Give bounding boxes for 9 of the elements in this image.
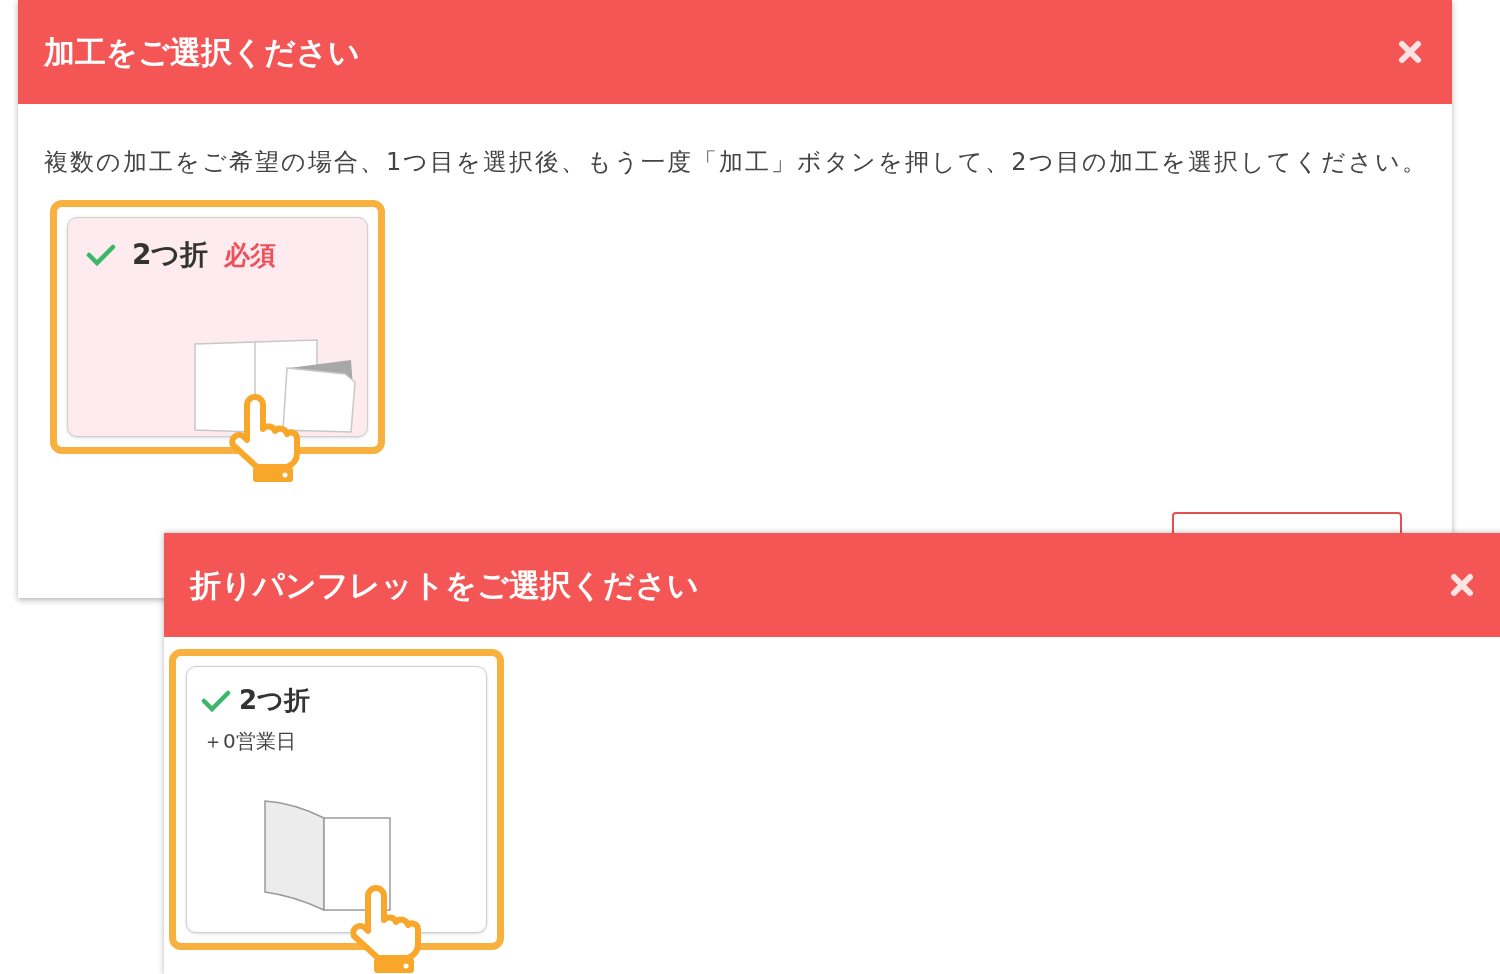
option-card[interactable]: 2つ折 必須 (67, 217, 368, 437)
required-label: 必須 (224, 238, 277, 272)
option-note: ＋0営業日 (202, 728, 297, 755)
dialog-title: 加工をご選択ください (44, 32, 360, 72)
instruction-text: 複数の加工をご希望の場合、1つ目を選択後、もう一度「加工」ボタンを押して、2つ目の加工を選択してください。 (44, 147, 1429, 178)
dialog-title: 折りパンフレットをご選択ください (190, 565, 699, 605)
option-label: 2つ折 (132, 237, 209, 273)
option-card[interactable]: 2つ折 ＋0営業日 (186, 666, 487, 933)
option-label: 2つ折 (239, 684, 311, 717)
